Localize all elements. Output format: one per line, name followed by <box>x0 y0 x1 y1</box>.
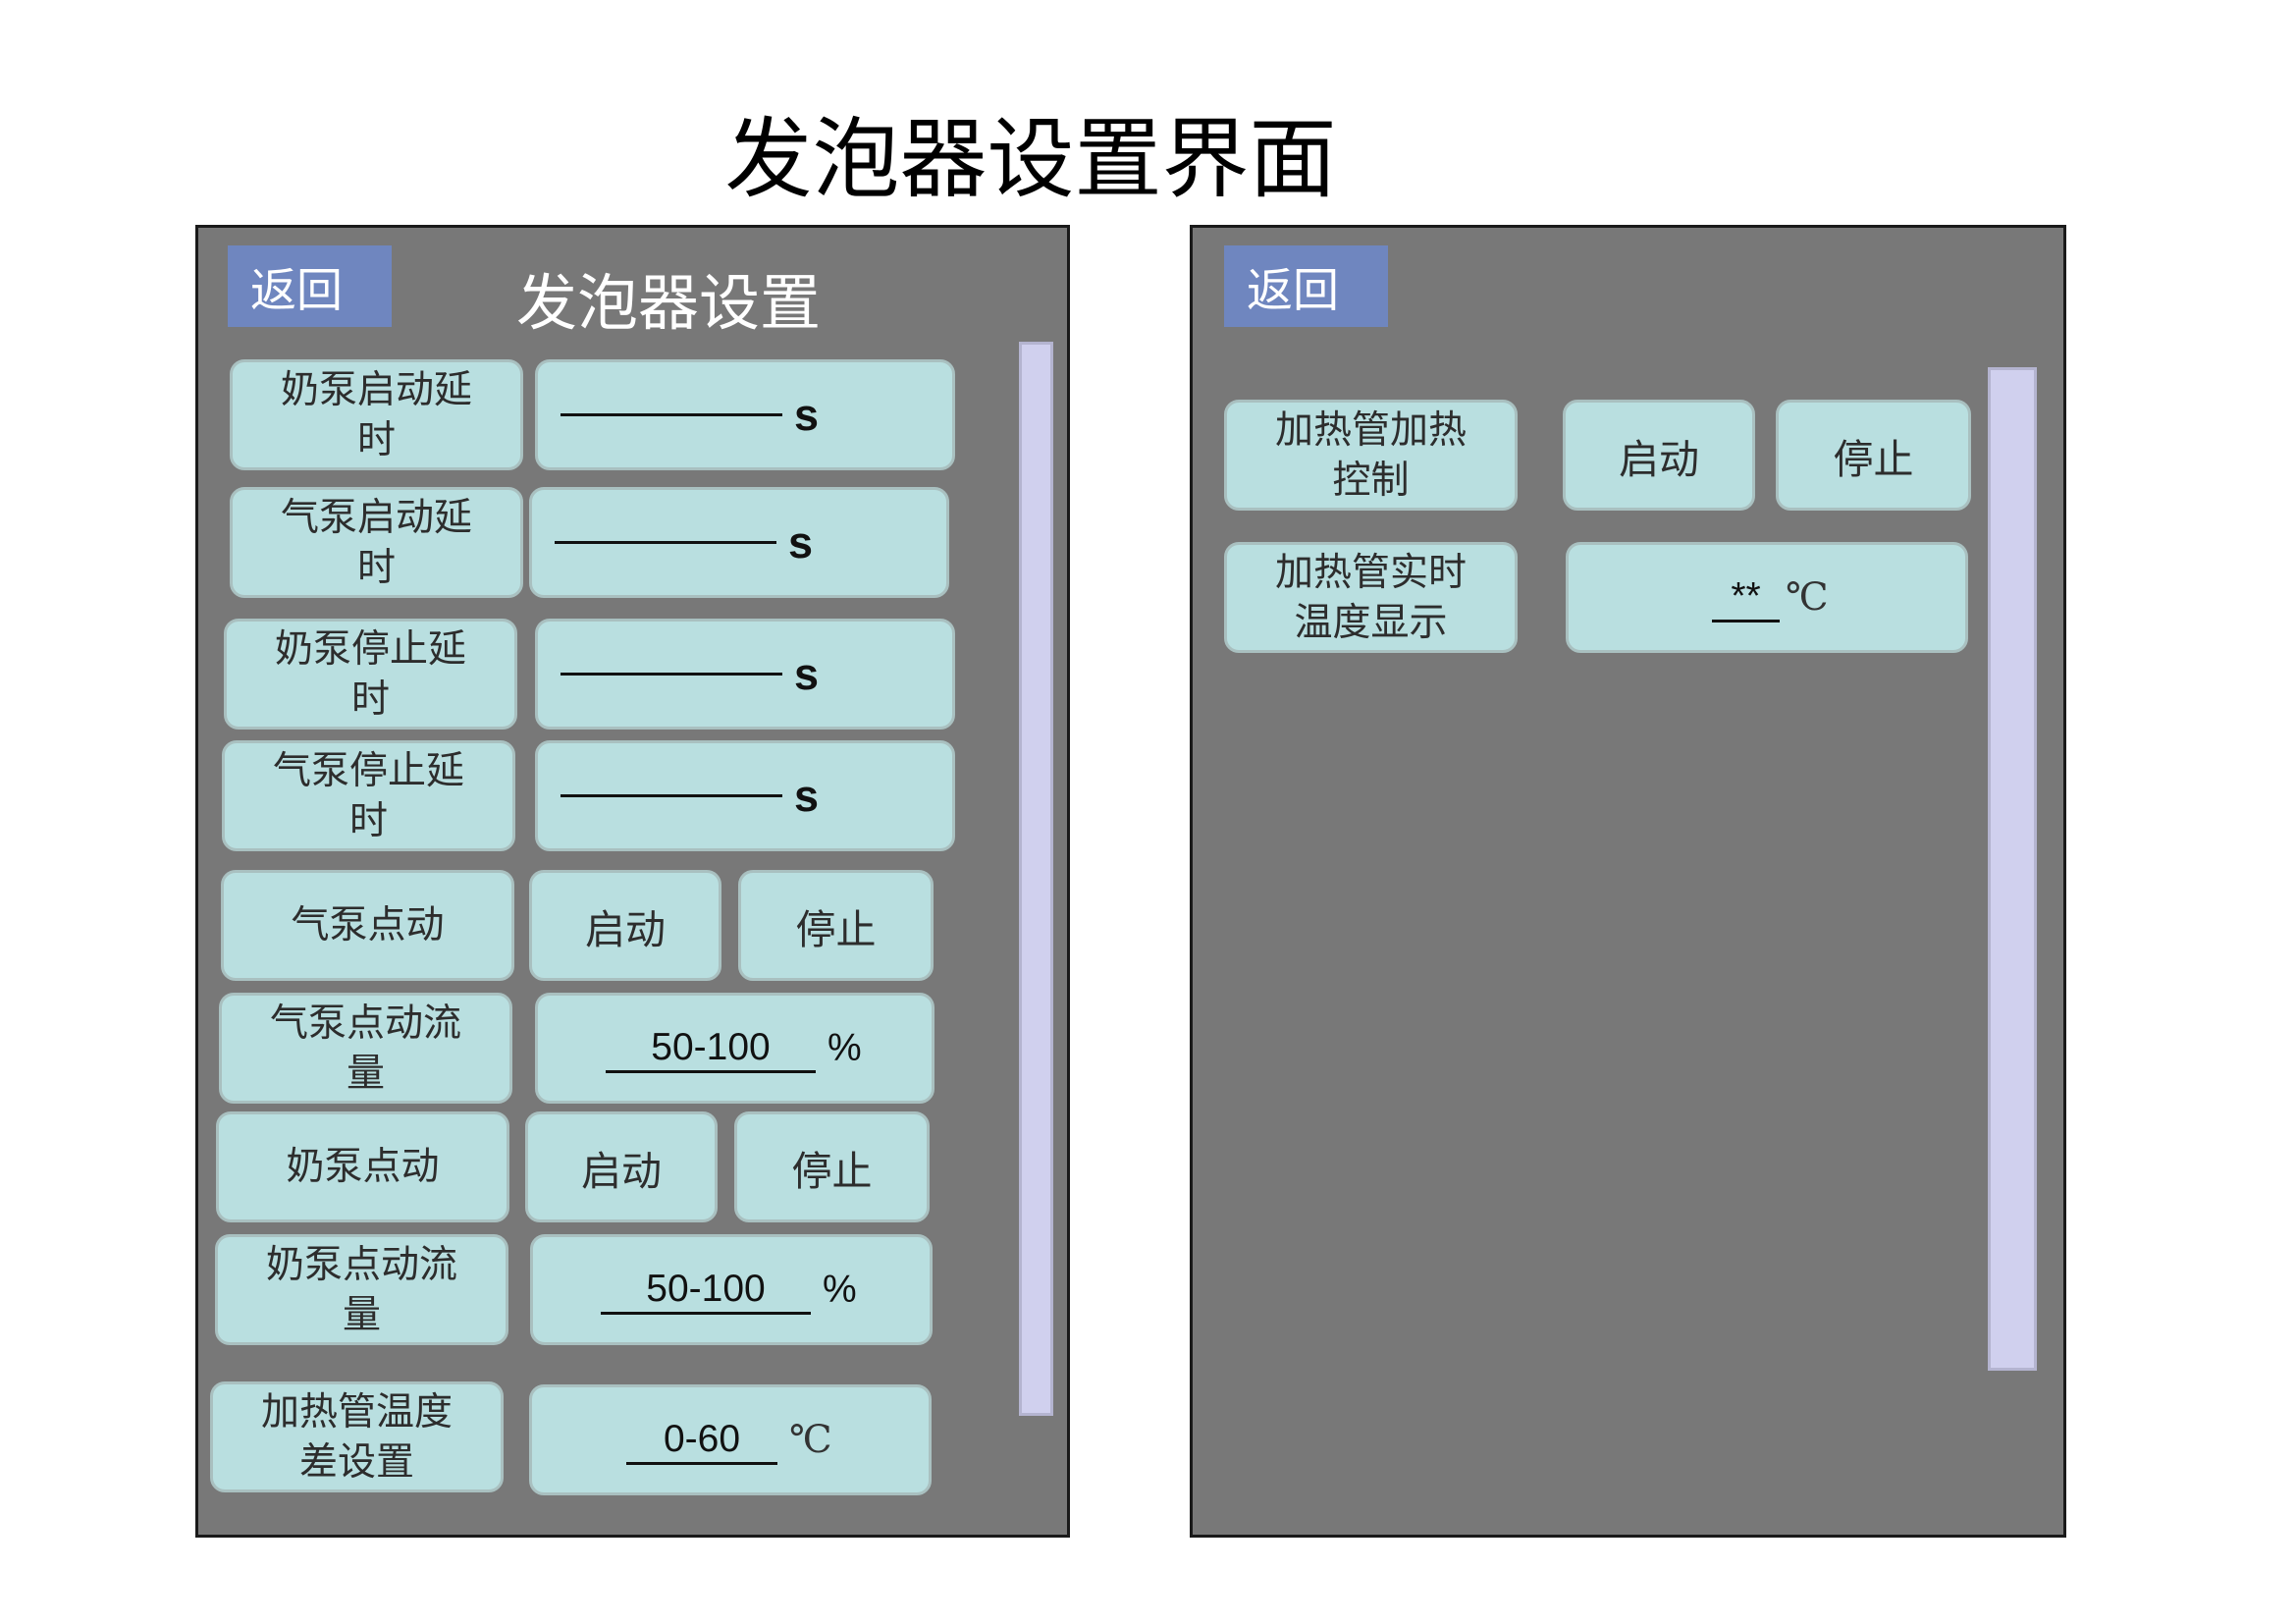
milk-pump-start-delay-field[interactable]: s <box>535 359 955 470</box>
air-pump-start-delay-value <box>555 541 776 544</box>
heater-panel: 返回 加热管加热 控制 启动 停止 加热管实时 温度显示 ** ℃ <box>1190 225 2066 1538</box>
back-button[interactable]: 返回 <box>228 245 392 327</box>
air-pump-stop-delay-unit: s <box>794 770 820 821</box>
heater-control-label: 加热管加热 控制 <box>1224 400 1518 511</box>
panel-title: 发泡器设置 <box>516 267 822 339</box>
heater-temp-diff-value: 0-60 <box>626 1416 777 1465</box>
air-pump-jog-flow-unit: % <box>828 1026 862 1069</box>
milk-pump-stop-delay-label: 奶泵停止延 时 <box>224 619 517 730</box>
heater-realtime-temp-display: ** ℃ <box>1566 542 1968 653</box>
milk-pump-jog-flow-field[interactable]: 50-100 % <box>530 1234 933 1345</box>
milk-pump-stop-delay-field[interactable]: s <box>535 619 955 730</box>
heater-start-button[interactable]: 启动 <box>1563 400 1755 511</box>
air-pump-jog-label: 气泵点动 <box>221 870 514 981</box>
milk-pump-start-delay-label: 奶泵启动延 时 <box>230 359 523 470</box>
scrollbar[interactable] <box>1019 342 1053 1416</box>
air-pump-jog-flow-field[interactable]: 50-100 % <box>535 993 934 1104</box>
heater-temp-diff-unit: ℃ <box>789 1418 832 1462</box>
air-pump-stop-delay-label: 气泵停止延 时 <box>222 740 515 851</box>
milk-pump-jog-label: 奶泵点动 <box>216 1111 509 1222</box>
air-pump-jog-flow-value: 50-100 <box>606 1024 816 1073</box>
heater-temp-diff-field[interactable]: 0-60 ℃ <box>529 1384 932 1495</box>
air-pump-stop-delay-field[interactable]: s <box>535 740 955 851</box>
foamer-settings-panel: 返回 发泡器设置 奶泵启动延 时 s 气泵启动延 时 s 奶泵停止延 时 s 气… <box>195 225 1070 1538</box>
scrollbar[interactable] <box>1988 367 2037 1371</box>
back-button[interactable]: 返回 <box>1224 245 1388 327</box>
milk-pump-jog-flow-label: 奶泵点动流 量 <box>215 1234 508 1345</box>
air-pump-jog-stop-button[interactable]: 停止 <box>738 870 934 981</box>
milk-pump-jog-flow-unit: % <box>823 1268 857 1311</box>
heater-realtime-temp-label: 加热管实时 温度显示 <box>1224 542 1518 653</box>
air-pump-start-delay-label: 气泵启动延 时 <box>230 487 523 598</box>
heater-realtime-temp-unit: ℃ <box>1786 575 1829 620</box>
air-pump-jog-start-button[interactable]: 启动 <box>529 870 721 981</box>
milk-pump-jog-start-button[interactable]: 启动 <box>525 1111 718 1222</box>
milk-pump-stop-delay-unit: s <box>794 648 820 699</box>
heater-stop-button[interactable]: 停止 <box>1776 400 1971 511</box>
milk-pump-jog-flow-value: 50-100 <box>601 1266 811 1315</box>
milk-pump-start-delay-unit: s <box>794 389 820 440</box>
air-pump-jog-flow-label: 气泵点动流 量 <box>219 993 512 1104</box>
heater-temp-diff-label: 加热管温度 差设置 <box>210 1381 504 1492</box>
milk-pump-stop-delay-value <box>561 673 782 676</box>
milk-pump-start-delay-value <box>561 413 782 416</box>
air-pump-start-delay-unit: s <box>788 516 814 568</box>
milk-pump-jog-stop-button[interactable]: 停止 <box>734 1111 930 1222</box>
heater-realtime-temp-value: ** <box>1712 573 1780 623</box>
air-pump-start-delay-field[interactable]: s <box>529 487 949 598</box>
air-pump-stop-delay-value <box>561 794 782 797</box>
page-title: 发泡器设置界面 <box>724 108 1337 210</box>
